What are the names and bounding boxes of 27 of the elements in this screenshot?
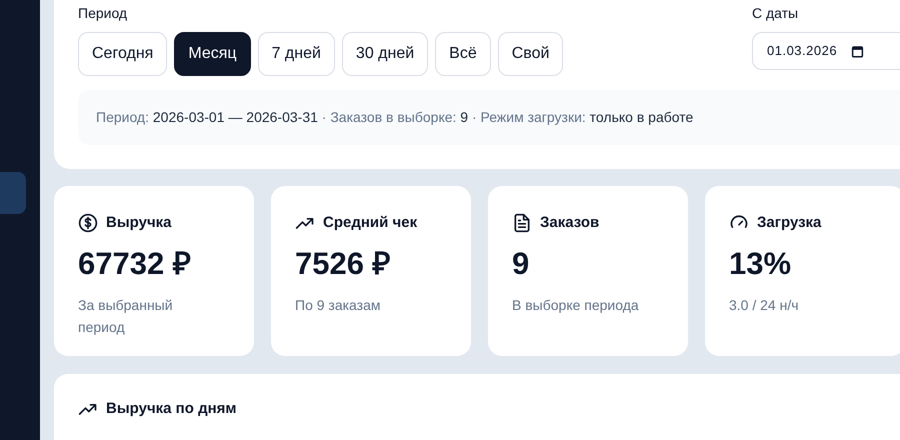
stat-value: 67732 ₽	[78, 244, 192, 282]
date-label: С даты	[752, 4, 798, 23]
stat-title: Выручка	[106, 213, 172, 233]
stat-title: Заказов	[540, 213, 600, 233]
stat-caption: По 9 заказам	[295, 296, 382, 315]
period-tab[interactable]: Месяц	[174, 32, 251, 76]
period-tab[interactable]: 30 дней	[342, 32, 428, 76]
stat-caption: 3.0 / 24 н/ч	[729, 296, 800, 315]
stat-value: 7526 ₽	[295, 244, 392, 282]
calendar-icon	[851, 44, 864, 58]
document-icon	[512, 213, 532, 234]
date-field[interactable]: 01.03.2026	[752, 32, 900, 70]
sidebar-item[interactable]	[0, 172, 26, 214]
stat-caption: В выборке периода	[512, 296, 640, 315]
period-label: Период	[78, 4, 128, 23]
stat-value: 9	[512, 244, 530, 282]
stat-title: Загрузка	[757, 213, 822, 233]
stat-title: Средний чек	[323, 213, 418, 233]
stat-value: 13%	[729, 244, 792, 282]
chart-title: Выручка по дням	[106, 399, 236, 419]
dollar-circle-icon	[78, 213, 98, 234]
period-tab[interactable]: 7 дней	[258, 32, 335, 76]
period-tab[interactable]: Сегодня	[78, 32, 168, 76]
period-tab[interactable]: Свой	[498, 32, 564, 76]
period-summary: Период: 2026-03-01 — 2026-03-31 · Заказов в выборке: 9 · Режим загрузки: только в работе	[78, 90, 900, 145]
period-tab[interactable]: Всё	[435, 32, 491, 76]
stat-caption: За выбранный период	[78, 296, 174, 338]
